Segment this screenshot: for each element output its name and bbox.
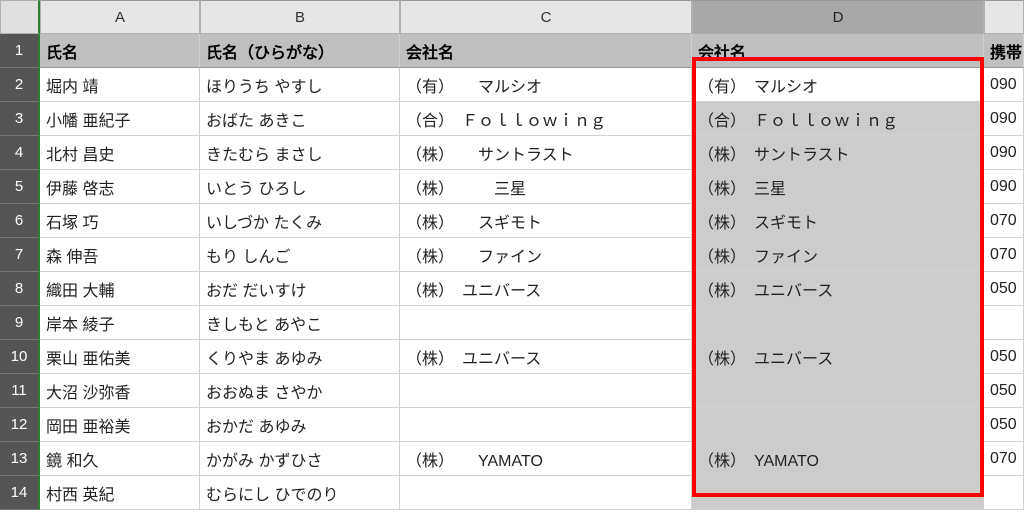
- row-header-4[interactable]: 4: [0, 136, 40, 170]
- header-cell-E[interactable]: 携帯: [984, 34, 1024, 68]
- cell-A5[interactable]: 伊藤 啓志: [40, 170, 200, 204]
- cell-D3[interactable]: （合） Ｆｏｌｌｏｗｉｎｇ: [692, 102, 984, 136]
- cell-E9[interactable]: [984, 306, 1024, 340]
- cell-E7[interactable]: 070: [984, 238, 1024, 272]
- cell-B5[interactable]: いとう ひろし: [200, 170, 400, 204]
- row-header-11[interactable]: 11: [0, 374, 40, 408]
- cell-D14[interactable]: [692, 476, 984, 510]
- header-cell-D[interactable]: 会社名: [692, 34, 984, 68]
- cell-E12[interactable]: 050: [984, 408, 1024, 442]
- cell-C13[interactable]: （株） YAMATO: [400, 442, 692, 476]
- cell-E5[interactable]: 090: [984, 170, 1024, 204]
- cell-C7[interactable]: （株） ファイン: [400, 238, 692, 272]
- cell-C4[interactable]: （株） サントラスト: [400, 136, 692, 170]
- cell-A6[interactable]: 石塚 巧: [40, 204, 200, 238]
- cell-C12[interactable]: [400, 408, 692, 442]
- cell-C6[interactable]: （株） スギモト: [400, 204, 692, 238]
- cell-D10[interactable]: （株） ユニバース: [692, 340, 984, 374]
- row-header-13[interactable]: 13: [0, 442, 40, 476]
- cell-D7[interactable]: （株） ファイン: [692, 238, 984, 272]
- row-header-2[interactable]: 2: [0, 68, 40, 102]
- cell-D5[interactable]: （株） 三星: [692, 170, 984, 204]
- cell-B10[interactable]: くりやま あゆみ: [200, 340, 400, 374]
- cell-E13[interactable]: 070: [984, 442, 1024, 476]
- cell-A2[interactable]: 堀内 靖: [40, 68, 200, 102]
- select-all-corner[interactable]: [0, 0, 40, 34]
- cell-C8[interactable]: （株） ユニバース: [400, 272, 692, 306]
- cell-C2[interactable]: （有） マルシオ: [400, 68, 692, 102]
- row-header-9[interactable]: 9: [0, 306, 40, 340]
- cell-B12[interactable]: おかだ あゆみ: [200, 408, 400, 442]
- cell-C14[interactable]: [400, 476, 692, 510]
- cell-A7[interactable]: 森 伸吾: [40, 238, 200, 272]
- header-cell-A[interactable]: 氏名: [40, 34, 200, 68]
- cell-B11[interactable]: おおぬま さやか: [200, 374, 400, 408]
- cell-D9[interactable]: [692, 306, 984, 340]
- cell-B6[interactable]: いしづか たくみ: [200, 204, 400, 238]
- cell-E2[interactable]: 090: [984, 68, 1024, 102]
- cell-E6[interactable]: 070: [984, 204, 1024, 238]
- cell-B8[interactable]: おだ だいすけ: [200, 272, 400, 306]
- cell-A3[interactable]: 小幡 亜紀子: [40, 102, 200, 136]
- cell-D11[interactable]: [692, 374, 984, 408]
- cell-A8[interactable]: 織田 大輔: [40, 272, 200, 306]
- cell-C5[interactable]: （株） 三星: [400, 170, 692, 204]
- cell-C9[interactable]: [400, 306, 692, 340]
- cell-D8[interactable]: （株） ユニバース: [692, 272, 984, 306]
- row-header-14[interactable]: 14: [0, 476, 40, 510]
- cell-E11[interactable]: 050: [984, 374, 1024, 408]
- cell-D13[interactable]: （株） YAMATO: [692, 442, 984, 476]
- cell-B9[interactable]: きしもと あやこ: [200, 306, 400, 340]
- cell-E3[interactable]: 090: [984, 102, 1024, 136]
- cell-D2[interactable]: （有） マルシオ: [692, 68, 984, 102]
- cell-A13[interactable]: 鏡 和久: [40, 442, 200, 476]
- row-header-6[interactable]: 6: [0, 204, 40, 238]
- cell-D6[interactable]: （株） スギモト: [692, 204, 984, 238]
- header-cell-C[interactable]: 会社名: [400, 34, 692, 68]
- cell-C10[interactable]: （株） ユニバース: [400, 340, 692, 374]
- row-header-7[interactable]: 7: [0, 238, 40, 272]
- cell-E8[interactable]: 050: [984, 272, 1024, 306]
- cell-B2[interactable]: ほりうち やすし: [200, 68, 400, 102]
- cell-C11[interactable]: [400, 374, 692, 408]
- row-header-3[interactable]: 3: [0, 102, 40, 136]
- column-header-E[interactable]: [984, 0, 1024, 34]
- column-header-C[interactable]: C: [400, 0, 692, 34]
- column-header-A[interactable]: A: [40, 0, 200, 34]
- cell-E4[interactable]: 090: [984, 136, 1024, 170]
- cell-A9[interactable]: 岸本 綾子: [40, 306, 200, 340]
- cell-E14[interactable]: [984, 476, 1024, 510]
- header-cell-B[interactable]: 氏名（ひらがな）: [200, 34, 400, 68]
- column-header-D[interactable]: D: [692, 0, 984, 34]
- cell-D4[interactable]: （株） サントラスト: [692, 136, 984, 170]
- cell-A10[interactable]: 栗山 亜佑美: [40, 340, 200, 374]
- cell-A12[interactable]: 岡田 亜裕美: [40, 408, 200, 442]
- row-header-8[interactable]: 8: [0, 272, 40, 306]
- cell-E10[interactable]: 050: [984, 340, 1024, 374]
- row-header-12[interactable]: 12: [0, 408, 40, 442]
- row-header-1[interactable]: 1: [0, 34, 40, 68]
- cell-A11[interactable]: 大沼 沙弥香: [40, 374, 200, 408]
- column-header-B[interactable]: B: [200, 0, 400, 34]
- cell-B14[interactable]: むらにし ひでのり: [200, 476, 400, 510]
- cell-A4[interactable]: 北村 昌史: [40, 136, 200, 170]
- cell-B7[interactable]: もり しんご: [200, 238, 400, 272]
- cell-A14[interactable]: 村西 英紀: [40, 476, 200, 510]
- cell-B3[interactable]: おばた あきこ: [200, 102, 400, 136]
- cell-B4[interactable]: きたむら まさし: [200, 136, 400, 170]
- cell-C3[interactable]: （合） Ｆｏｌｌｏｗｉｎｇ: [400, 102, 692, 136]
- row-header-10[interactable]: 10: [0, 340, 40, 374]
- cell-D12[interactable]: [692, 408, 984, 442]
- row-header-5[interactable]: 5: [0, 170, 40, 204]
- cell-B13[interactable]: かがみ かずひさ: [200, 442, 400, 476]
